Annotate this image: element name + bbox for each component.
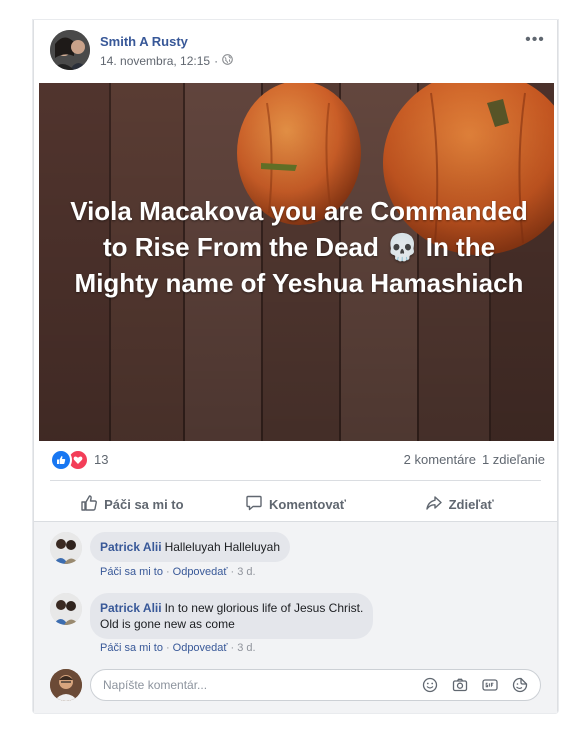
like-button[interactable]: Páči sa mi to <box>50 486 214 522</box>
gif-icon[interactable] <box>480 675 500 695</box>
composer-tools <box>420 675 530 695</box>
comment-avatar[interactable] <box>50 593 82 625</box>
comment-bubble: Patrick Alii In to new glorious life of J… <box>90 593 374 639</box>
post-meta: 14. novembra, 12:15 · <box>100 54 233 68</box>
comment-time[interactable]: 3 d. <box>237 642 255 654</box>
like-button-label: Páči sa mi to <box>104 496 184 512</box>
share-button[interactable]: Zdieľať <box>377 486 541 522</box>
share-button-label: Zdieľať <box>448 496 494 512</box>
like-reaction-icon <box>50 449 72 471</box>
globe-icon[interactable] <box>222 54 233 68</box>
comment-input-placeholder: Napíšte komentár... <box>103 678 208 692</box>
comment-bubble: Patrick Alii Halleluyah Halleluyah <box>90 532 290 562</box>
comment-author[interactable]: Patrick Alii <box>100 540 162 554</box>
comment-button[interactable]: Komentovať <box>214 486 378 522</box>
post-stats: 2 komentáre 1 zdieľanie <box>404 452 545 467</box>
comments-section: Patrick Alii Halleluyah Halleluyah Páči s… <box>34 521 557 713</box>
page-background <box>0 0 33 729</box>
comment-author[interactable]: Patrick Alii <box>100 601 162 615</box>
camera-icon[interactable] <box>450 675 470 695</box>
comment-reply-link[interactable]: Odpovedať <box>173 566 228 578</box>
comment-text-line2: Old is gone new as come <box>100 617 235 631</box>
reaction-count[interactable]: 13 <box>94 452 108 467</box>
comment-like-link[interactable]: Páči sa mi to <box>100 642 163 654</box>
comments-count[interactable]: 2 komentáre <box>404 452 476 467</box>
comment-time[interactable]: 3 d. <box>237 566 255 578</box>
author-avatar[interactable] <box>50 30 90 70</box>
comment-avatar[interactable] <box>50 532 82 564</box>
current-user-avatar[interactable] <box>50 669 82 701</box>
comment-text: In to new glorious life of Jesus Christ. <box>164 601 364 615</box>
reaction-icons[interactable] <box>50 449 89 471</box>
comment-actions: Páči sa mi to · Odpovedať · 3 d. <box>100 566 256 578</box>
post-timestamp[interactable]: 14. novembra, 12:15 <box>100 54 210 68</box>
author-name[interactable]: Smith A Rusty <box>100 34 188 49</box>
post-text: Viola Macakova you are Commanded to Rise… <box>69 193 529 301</box>
comment-like-link[interactable]: Páči sa mi to <box>100 566 163 578</box>
comment-composer: Napíšte komentár... <box>50 669 541 701</box>
post-header: Smith A Rusty 14. novembra, 12:15 · ••• <box>34 20 557 83</box>
emoji-icon[interactable] <box>420 675 440 695</box>
share-icon <box>425 494 443 515</box>
post-card: Smith A Rusty 14. novembra, 12:15 · ••• <box>33 20 558 713</box>
post-image[interactable]: Viola Macakova you are Commanded to Rise… <box>39 83 554 441</box>
like-icon <box>80 494 98 515</box>
sticker-icon[interactable] <box>510 675 530 695</box>
comment-input[interactable]: Napíšte komentár... <box>90 669 541 701</box>
comment-reply-link[interactable]: Odpovedať <box>173 642 228 654</box>
comment-icon <box>245 494 263 515</box>
more-options-icon[interactable]: ••• <box>523 30 547 50</box>
reactions-row: 13 2 komentáre 1 zdieľanie <box>50 448 545 471</box>
comment-actions: Páči sa mi to · Odpovedať · 3 d. <box>100 642 256 654</box>
shares-count[interactable]: 1 zdieľanie <box>482 452 545 467</box>
post-actions: Páči sa mi to Komentovať Zdieľať <box>50 486 541 522</box>
divider <box>50 480 541 481</box>
comment-button-label: Komentovať <box>268 496 347 512</box>
comment-text: Halleluyah Halleluyah <box>164 540 280 554</box>
skull-emoji: 💀 <box>386 232 419 262</box>
